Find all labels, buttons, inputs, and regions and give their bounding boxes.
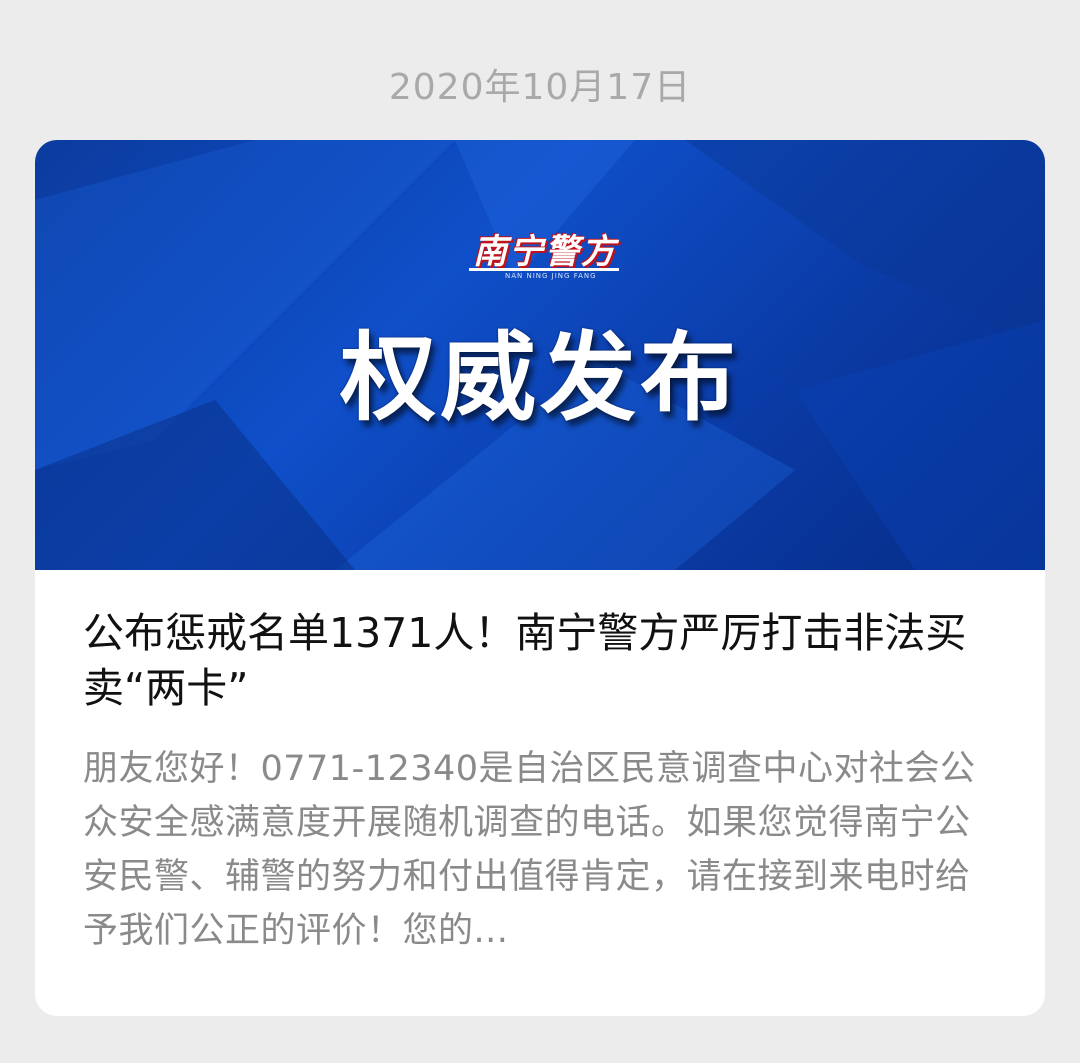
message-date-stamp: 2020年10月17日 (388, 67, 692, 108)
article-headline[interactable]: 公布惩戒名单1371人！南宁警方严厉打击非法买卖“两卡” (83, 606, 1003, 716)
article-summary: 朋友您好！0771-12340是自治区民意调查中心对社会公众安全感满意度开展随机… (83, 749, 976, 951)
nanning-police-logo: 南宁警方 NAN NING JING FANG (467, 224, 627, 280)
logo-text: 南宁警方 (473, 232, 617, 272)
logo-subtext: NAN NING JING FANG (505, 272, 597, 280)
banner-title: 权威发布 (340, 322, 740, 434)
article-banner-image: 南宁警方 NAN NING JING FANG 权威发布 (35, 140, 1045, 570)
logo-underline (469, 268, 619, 271)
chat-page: 2020年10月17日 南宁警方 NAN NING JING FANG 权威发布… (0, 0, 1080, 1063)
article-card[interactable]: 南宁警方 NAN NING JING FANG 权威发布 公布惩戒名单1371人… (35, 140, 1045, 1016)
